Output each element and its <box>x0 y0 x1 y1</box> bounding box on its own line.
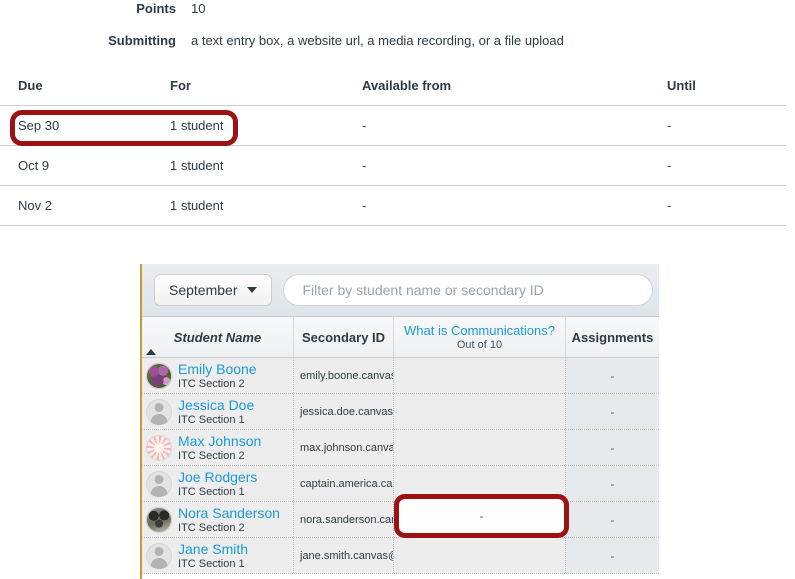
avatar <box>146 399 172 425</box>
for-cell: 1 student <box>170 186 362 226</box>
assignments-total-cell: - <box>566 466 659 501</box>
column-header-assignments-total[interactable]: Assignments <box>566 317 659 357</box>
table-row: Max Johnson ITC Section 2 max.johnson.ca… <box>142 430 659 466</box>
grading-period-label: September <box>169 282 237 298</box>
student-section-label: ITC Section 1 <box>178 413 254 427</box>
assignments-total-cell: - <box>566 430 659 465</box>
student-name-cell[interactable]: Nora Sanderson ITC Section 2 <box>142 502 294 537</box>
secondary-id-cell: max.johnson.canvas@ <box>294 430 394 465</box>
available-from-cell: - <box>362 186 667 226</box>
assignment-points-possible: Out of 10 <box>457 338 502 352</box>
table-row: Sep 30 1 student - - <box>0 106 786 146</box>
assignment-details: Points 10 Submitting a text entry box, a… <box>0 0 795 64</box>
for-cell: 1 student <box>170 106 362 146</box>
student-section-label: ITC Section 2 <box>178 449 261 463</box>
student-name-link[interactable]: Joe Rodgers <box>178 469 257 485</box>
student-name-link[interactable]: Jessica Doe <box>178 397 254 413</box>
assignments-total-cell: - <box>566 538 659 573</box>
student-filter-input[interactable] <box>283 274 653 306</box>
student-name-header-label: Student Name <box>174 330 261 345</box>
gradebook-bottom-padding <box>142 574 659 579</box>
gradebook-toolbar: September <box>142 264 659 317</box>
secondary-id-cell: emily.boone.canvas@g <box>294 358 394 393</box>
table-row: Emily Boone ITC Section 2 emily.boone.ca… <box>142 358 659 394</box>
secondary-id-cell: jane.smith.canvas@gn <box>294 538 394 573</box>
available-from-column-header: Available from <box>362 78 667 106</box>
grade-cell[interactable] <box>394 394 566 429</box>
student-section-label: ITC Section 1 <box>178 485 257 499</box>
due-date-cell: Nov 2 <box>0 186 170 226</box>
avatar <box>146 471 172 497</box>
available-from-cell: - <box>362 146 667 186</box>
column-header-secondary-id[interactable]: Secondary ID <box>294 317 394 357</box>
avatar <box>146 363 172 389</box>
table-row: Nora Sanderson ITC Section 2 nora.sander… <box>142 502 659 538</box>
student-section-label: ITC Section 2 <box>178 377 257 391</box>
grade-cell[interactable] <box>394 538 566 573</box>
avatar <box>146 507 172 533</box>
assignments-total-cell: - <box>566 358 659 393</box>
secondary-id-header-label: Secondary ID <box>302 330 385 345</box>
student-name-link[interactable]: Nora Sanderson <box>178 505 280 521</box>
gradebook-panel: September Student Name Secondary ID What… <box>140 264 659 579</box>
until-cell: - <box>667 106 786 146</box>
table-row: Nov 2 1 student - - <box>0 186 786 226</box>
table-row: Oct 9 1 student - - <box>0 146 786 186</box>
student-name-cell[interactable]: Jessica Doe ITC Section 1 <box>142 394 294 429</box>
column-header-student-name[interactable]: Student Name <box>142 317 294 357</box>
student-name-cell[interactable]: Max Johnson ITC Section 2 <box>142 430 294 465</box>
submitting-value: a text entry box, a website url, a media… <box>191 32 564 50</box>
avatar <box>146 543 172 569</box>
due-date-cell: Sep 30 <box>0 106 170 146</box>
student-section-label: ITC Section 1 <box>178 557 248 571</box>
table-row: Jane Smith ITC Section 1 jane.smith.canv… <box>142 538 659 574</box>
points-label: Points <box>0 0 176 18</box>
until-cell: - <box>667 146 786 186</box>
sort-ascending-icon[interactable] <box>146 349 156 355</box>
grading-period-dropdown[interactable]: September <box>154 274 272 306</box>
grade-cell[interactable] <box>394 430 566 465</box>
grade-cell[interactable] <box>394 502 566 537</box>
student-name-link[interactable]: Jane Smith <box>178 541 248 557</box>
for-column-header: For <box>170 78 362 106</box>
grade-cell[interactable] <box>394 466 566 501</box>
secondary-id-cell: jessica.doe.canvas@g <box>294 394 394 429</box>
submitting-label: Submitting <box>0 32 176 50</box>
until-cell: - <box>667 186 786 226</box>
due-dates-table: Due For Available from Until Sep 30 1 st… <box>0 78 786 226</box>
table-row: Jessica Doe ITC Section 1 jessica.doe.ca… <box>142 394 659 430</box>
student-name-link[interactable]: Max Johnson <box>178 433 261 449</box>
detail-row-points: Points 10 <box>0 0 795 18</box>
detail-row-submitting: Submitting a text entry box, a website u… <box>0 32 795 50</box>
student-name-cell[interactable]: Emily Boone ITC Section 2 <box>142 358 294 393</box>
student-name-link[interactable]: Emily Boone <box>178 361 257 377</box>
assignments-total-header-label: Assignments <box>572 330 654 345</box>
assignments-total-cell: - <box>566 394 659 429</box>
due-date-cell: Oct 9 <box>0 146 170 186</box>
due-column-header: Due <box>0 78 170 106</box>
secondary-id-cell: captain.america.canva <box>294 466 394 501</box>
due-table-header-row: Due For Available from Until <box>0 78 786 106</box>
for-cell: 1 student <box>170 146 362 186</box>
points-value: 10 <box>191 0 205 18</box>
student-name-cell[interactable]: Jane Smith ITC Section 1 <box>142 538 294 573</box>
student-section-label: ITC Section 2 <box>178 521 280 535</box>
available-from-cell: - <box>362 106 667 146</box>
secondary-id-cell: nora.sanderson.canva <box>294 502 394 537</box>
chevron-down-icon <box>247 287 257 293</box>
table-row: Joe Rodgers ITC Section 1 captain.americ… <box>142 466 659 502</box>
until-column-header: Until <box>667 78 786 106</box>
assignment-link[interactable]: What is Communications? <box>404 323 555 338</box>
assignments-total-cell: - <box>566 502 659 537</box>
grade-cell[interactable] <box>394 358 566 393</box>
column-header-assignment[interactable]: What is Communications? Out of 10 <box>394 317 566 357</box>
avatar <box>146 435 172 461</box>
student-name-cell[interactable]: Joe Rodgers ITC Section 1 <box>142 466 294 501</box>
gradebook-header-row: Student Name Secondary ID What is Commun… <box>142 317 659 358</box>
